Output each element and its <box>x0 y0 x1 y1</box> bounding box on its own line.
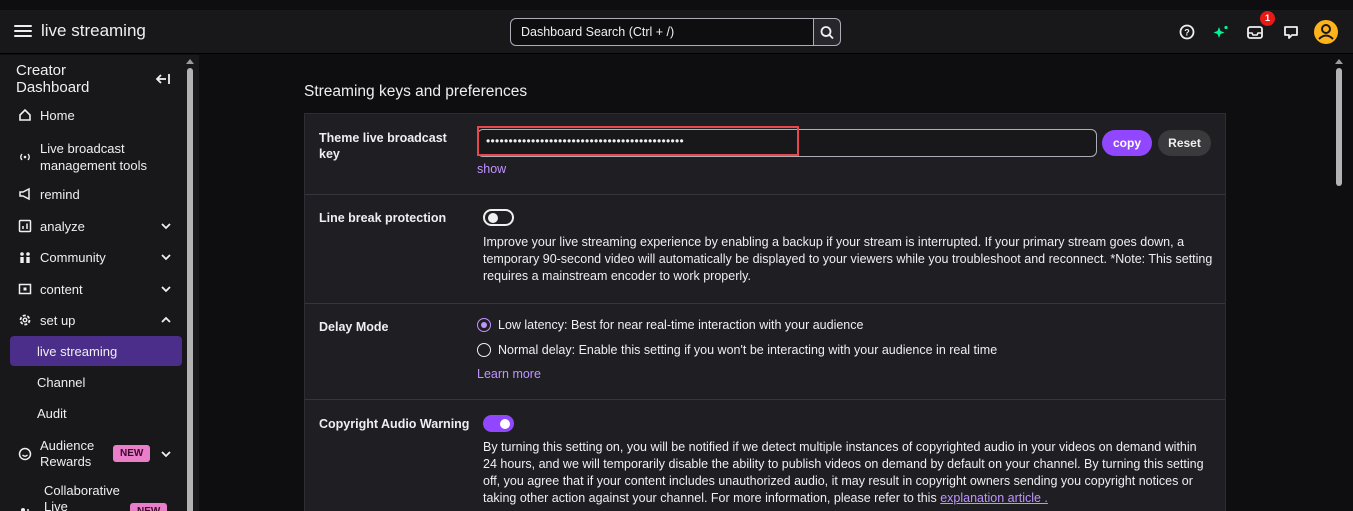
radio-checked-icon[interactable] <box>477 318 491 332</box>
delay-mode-label: Delay Mode <box>319 320 389 334</box>
main-scrollbar[interactable] <box>1336 68 1342 186</box>
chevron-down-icon <box>161 286 171 293</box>
new-badge: NEW <box>113 445 151 462</box>
community-icon <box>18 250 32 264</box>
notification-badge: 1 <box>1260 11 1275 26</box>
search-button[interactable] <box>814 18 841 46</box>
label-line2: Rewards <box>40 454 92 469</box>
stream-key-label: Theme live broadcast key <box>319 130 447 162</box>
sparkle-icon[interactable] <box>1210 21 1232 43</box>
sidebar-item-label: content <box>40 281 83 297</box>
page-title: live streaming <box>41 21 146 40</box>
sidebar-sub-channel[interactable]: Channel <box>10 367 182 397</box>
sidebar-header: Creator Dashboard <box>16 62 89 96</box>
low-latency-option[interactable]: Low latency: Best for near real-time int… <box>477 318 863 332</box>
label-line1: Collaborative <box>44 483 120 498</box>
top-bar: live streaming Dashboard Search (Ctrl + … <box>0 10 1353 54</box>
sidebar-item-label: Live broadcast management tools <box>40 140 147 174</box>
sidebar-item-label: Collaborative Live <box>44 483 120 511</box>
content-icon <box>18 282 32 296</box>
hamburger-menu-icon[interactable] <box>14 22 32 40</box>
sidebar-scroll-up-icon[interactable] <box>185 57 195 65</box>
sidebar-item-home[interactable]: Home <box>0 100 182 130</box>
divider <box>305 399 1225 400</box>
reset-button[interactable]: Reset <box>1158 130 1211 156</box>
sidebar-item-remind[interactable]: remind <box>0 179 182 209</box>
chevron-down-icon <box>161 254 171 261</box>
sidebar: Creator Dashboard Home Live broadcast ma… <box>0 55 199 511</box>
help-icon[interactable]: ? <box>1176 21 1198 43</box>
sidebar-item-live-broadcast-tools[interactable]: Live broadcast management tools <box>0 138 182 176</box>
label-line1: Audience <box>40 438 95 453</box>
sidebar-item-community[interactable]: Community <box>0 242 182 272</box>
settings-panel: Theme live broadcast key •••••••••••••••… <box>304 113 1226 511</box>
dashboard-search-input[interactable]: Dashboard Search (Ctrl + /) <box>510 18 814 46</box>
sidebar-item-audience-rewards[interactable]: Audience Rewards NEW <box>0 436 182 472</box>
svg-text:?: ? <box>1184 28 1190 38</box>
stream-key-highlight <box>477 126 799 156</box>
chevron-down-icon <box>161 451 171 458</box>
option-label: Low latency: Best for near real-time int… <box>498 318 864 332</box>
avatar[interactable] <box>1313 19 1339 45</box>
broadcast-icon <box>18 150 32 164</box>
sidebar-sub-live-streaming[interactable]: live streaming <box>10 336 182 366</box>
normal-delay-option[interactable]: Normal delay: Enable this setting if you… <box>477 343 997 357</box>
search-icon <box>820 26 834 40</box>
sidebar-item-content[interactable]: content <box>0 274 182 304</box>
show-key-link[interactable]: show <box>477 162 506 176</box>
divider <box>305 303 1225 304</box>
sidebar-item-label: analyze <box>40 218 85 234</box>
whispers-icon[interactable] <box>1280 21 1302 43</box>
sidebar-header-line1: Creator <box>16 62 67 79</box>
sidebar-item-collaborative-live[interactable]: Collaborative Live NEW <box>0 483 182 511</box>
line-break-label: Line break protection <box>319 211 447 225</box>
chart-icon <box>18 219 32 233</box>
copy-button[interactable]: copy <box>1102 130 1152 156</box>
label-line2: key <box>319 147 340 161</box>
new-badge: NEW <box>130 503 168 511</box>
chevron-up-icon <box>161 316 171 323</box>
learn-more-link[interactable]: Learn more <box>477 367 541 381</box>
collab-icon <box>18 505 32 511</box>
main-scroll-up-icon[interactable] <box>1334 57 1344 65</box>
label-line1: Live broadcast <box>40 141 125 156</box>
explanation-article-link[interactable]: explanation article . <box>940 491 1048 505</box>
option-label: Normal delay: Enable this setting if you… <box>498 343 998 357</box>
label-line2: Live <box>44 499 68 511</box>
sidebar-item-label: Community <box>40 249 106 265</box>
sidebar-item-set-up[interactable]: set up <box>0 305 182 335</box>
chevron-down-icon <box>161 223 171 230</box>
copyright-description: By turning this setting on, you will be … <box>483 439 1213 507</box>
rewards-icon <box>18 447 32 461</box>
divider <box>305 194 1225 195</box>
copyright-description-text: By turning this setting on, you will be … <box>483 440 1204 505</box>
collapse-sidebar-icon[interactable] <box>155 72 171 89</box>
sidebar-item-analyze[interactable]: analyze <box>0 211 182 241</box>
sidebar-item-label: remind <box>40 186 80 202</box>
section-heading: Streaming keys and preferences <box>304 83 528 100</box>
sidebar-item-label: set up <box>40 312 76 328</box>
radio-unchecked-icon[interactable] <box>477 343 491 357</box>
copyright-warning-label: Copyright Audio Warning <box>319 417 470 431</box>
sidebar-sub-audit[interactable]: Audit <box>10 398 182 428</box>
copyright-warning-toggle[interactable] <box>483 415 514 432</box>
gear-icon <box>18 313 32 327</box>
label-line1: Theme live broadcast <box>319 131 447 145</box>
line-break-toggle[interactable] <box>483 209 514 226</box>
sidebar-item-label: Audience Rewards <box>40 438 94 470</box>
line-break-description: Improve your live streaming experience b… <box>483 235 1213 283</box>
sidebar-header-line2: Dashboard <box>16 79 90 96</box>
home-icon <box>18 108 32 122</box>
megaphone-icon <box>18 187 32 201</box>
sidebar-scrollbar[interactable] <box>187 68 193 511</box>
sidebar-item-label: Home <box>40 107 75 123</box>
label-line2: management tools <box>40 158 147 173</box>
